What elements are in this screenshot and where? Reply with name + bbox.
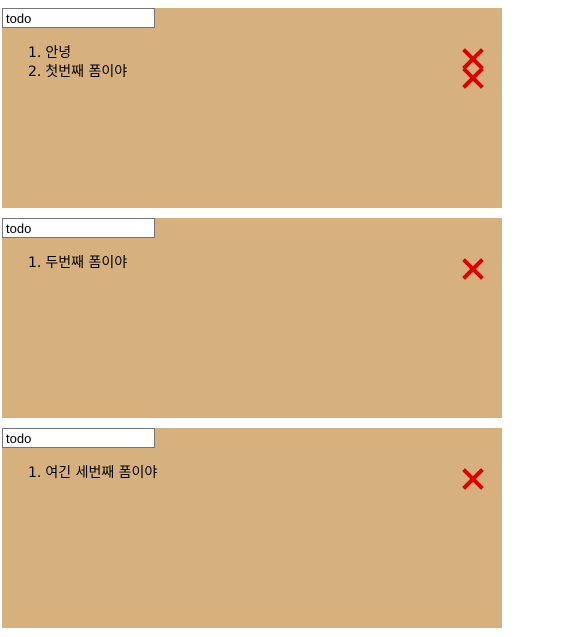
- delete-icon[interactable]: [462, 468, 484, 490]
- todo-item-number: 1.: [28, 45, 42, 61]
- todo-list: 1. 여긴 세번째 폼이야: [28, 464, 157, 483]
- todo-item: 1. 두번째 폼이야: [28, 254, 127, 273]
- todo-list: 1. 안녕 2. 첫번째 폼이야: [28, 44, 127, 82]
- todo-item: 1. 여긴 세번째 폼이야: [28, 464, 157, 483]
- todo-item: 2. 첫번째 폼이야: [28, 63, 127, 82]
- todo-item-text: 두번째 폼이야: [45, 255, 128, 271]
- todo-input[interactable]: [2, 218, 155, 238]
- delete-icon[interactable]: [462, 258, 484, 280]
- todo-item: 1. 안녕: [28, 44, 127, 63]
- todo-item-number: 1.: [28, 255, 42, 271]
- todo-form-2: 1.두번째 폼이야: [2, 218, 502, 418]
- todo-form-1: 1.안녕 2.첫번째 폼이야: [2, 8, 502, 208]
- todo-list: 1. 두번째 폼이야: [28, 254, 127, 273]
- todo-item-text: 여긴 세번째 폼이야: [45, 465, 158, 481]
- delete-icon[interactable]: [462, 67, 484, 89]
- todo-item-text: 첫번째 폼이야: [45, 64, 128, 80]
- todo-form-3: 1.여긴 세번째 폼이야: [2, 428, 502, 628]
- todo-item-text: 안녕: [45, 45, 72, 61]
- todo-item-number: 1.: [28, 465, 42, 481]
- todo-item-number: 2.: [28, 64, 42, 80]
- todo-input[interactable]: [2, 8, 155, 28]
- todo-input[interactable]: [2, 428, 155, 448]
